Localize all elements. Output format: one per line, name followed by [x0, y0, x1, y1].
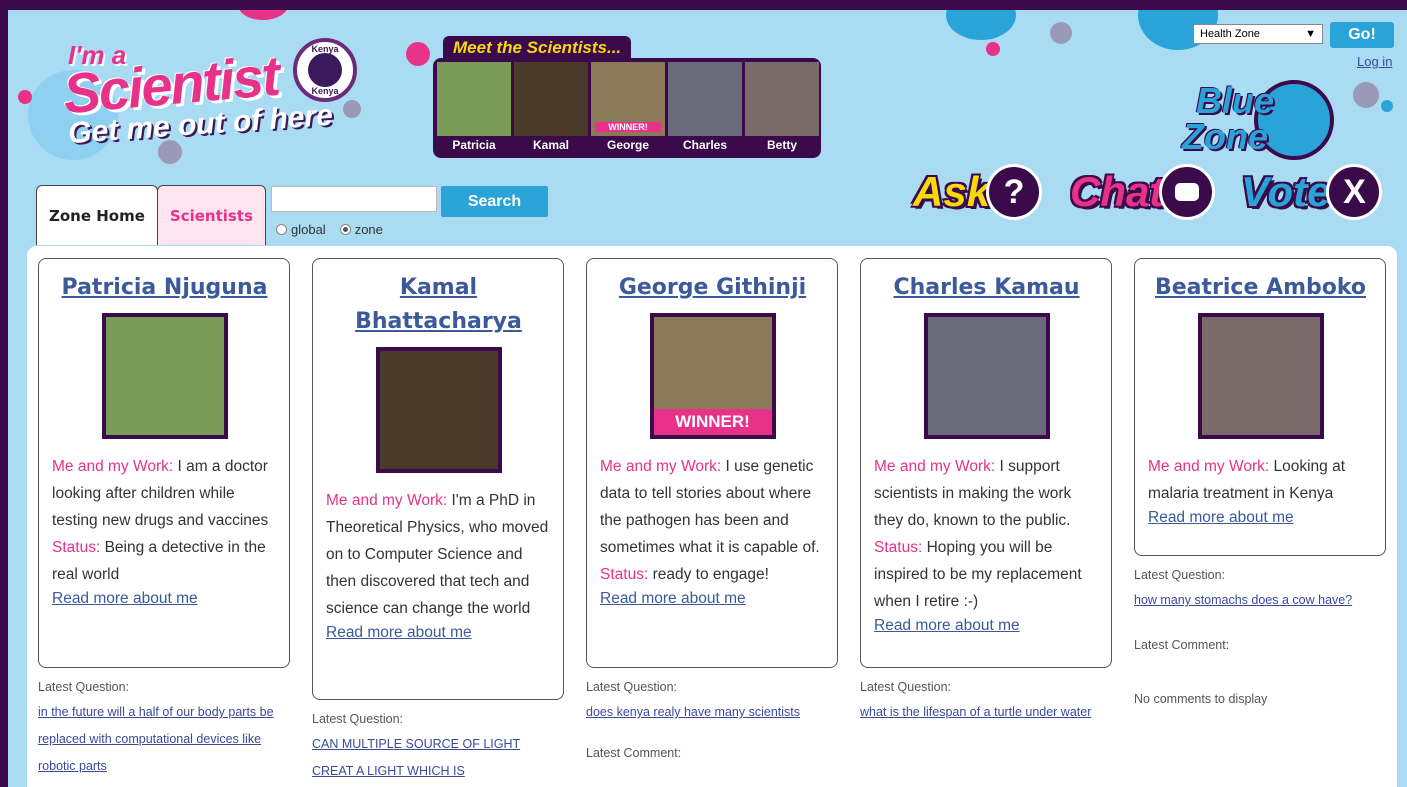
scientist-name[interactable]: Charles Kamau — [874, 271, 1099, 305]
latest-question-label: Latest Question: — [1134, 568, 1226, 582]
work-text: Me and my Work: Looking at malaria treat… — [1148, 458, 1346, 502]
kenya-seal-icon: Kenya Kenya — [293, 38, 357, 102]
work-text: Me and my Work: I'm a PhD in Theoretical… — [326, 492, 549, 617]
thumb-patricia[interactable]: Patricia — [437, 62, 511, 154]
latest-question-link[interactable]: in the future will a half of our body pa… — [38, 699, 290, 780]
search-input[interactable] — [271, 186, 437, 212]
scientist-photo[interactable] — [1197, 313, 1324, 439]
scientist-column: Beatrice Amboko Me and my Work: Looking … — [1134, 258, 1386, 706]
page-background: I'm a Scientist Get me out of here Kenya… — [8, 10, 1407, 787]
thumb-name: George — [606, 138, 649, 152]
question-icon: ? — [986, 164, 1043, 220]
work-text: Me and my Work: I support scientists in … — [874, 458, 1082, 610]
blue-zone-badge: Blue Zone — [1176, 76, 1346, 166]
latest-question-link[interactable]: does kenya realy have many scientists — [586, 699, 838, 726]
avatar — [668, 62, 742, 136]
decor-dot — [238, 10, 288, 20]
tab-zone-home[interactable]: Zone Home — [36, 185, 158, 245]
ask-button[interactable]: Ask ? — [913, 162, 1043, 222]
thumb-betty[interactable]: Betty — [745, 62, 819, 154]
read-more-link[interactable]: Read more about me — [1148, 509, 1294, 527]
latest-question-label: Latest Question: — [586, 680, 678, 694]
scientists-grid: Patricia Njuguna Me and my Work: I am a … — [27, 246, 1397, 787]
scientist-name[interactable]: Kamal Bhattacharya — [326, 271, 551, 339]
scientist-name[interactable]: George Githinji — [600, 271, 825, 305]
scientist-photo[interactable]: WINNER! — [649, 313, 776, 439]
read-more-link[interactable]: Read more about me — [600, 590, 746, 608]
no-comments-text: No comments to display — [1134, 692, 1268, 706]
latest-question-label: Latest Question: — [312, 712, 404, 726]
scientist-column: Patricia Njuguna Me and my Work: I am a … — [38, 258, 290, 780]
chat-button[interactable]: Chat — [1070, 162, 1216, 222]
latest-question-label: Latest Question: — [860, 680, 952, 694]
vote-label: Vote — [1241, 168, 1331, 215]
radio-zone-label: zone — [354, 222, 383, 237]
login-link[interactable]: Log in — [1357, 54, 1392, 69]
chat-bubble-icon — [1159, 164, 1216, 220]
decor-dot — [406, 42, 430, 66]
thumb-name: Charles — [682, 138, 728, 152]
latest-question-link[interactable]: what is the lifespan of a turtle under w… — [860, 699, 1112, 726]
scientist-card: Patricia Njuguna Me and my Work: I am a … — [38, 258, 290, 668]
zone-select[interactable]: Health Zone ▼ — [1193, 24, 1323, 44]
radio-global-label: global — [291, 222, 326, 237]
search-scope: global zone — [276, 222, 383, 237]
thumb-george[interactable]: WINNER! George — [591, 62, 665, 154]
search-button[interactable]: Search — [441, 186, 548, 217]
vote-button[interactable]: Vote X — [1241, 162, 1383, 222]
scientist-photo[interactable] — [101, 313, 228, 439]
thumb-kamal[interactable]: Kamal — [514, 62, 588, 154]
scientist-photo[interactable] — [375, 347, 502, 473]
latest-comment-label: Latest Comment: — [586, 746, 682, 760]
scientist-name[interactable]: Patricia Njuguna — [52, 271, 277, 305]
winner-badge: WINNER! — [595, 122, 661, 132]
tab-scientists[interactable]: Scientists — [156, 185, 266, 245]
decor-dot — [946, 10, 1016, 40]
latest-question-label: Latest Question: — [38, 680, 130, 694]
meet-title: Meet the Scientists... — [443, 36, 632, 60]
decor-dot — [18, 90, 32, 104]
scientist-column: George Githinji WINNER! Me and my Work: … — [586, 258, 838, 760]
dropdown-arrow-icon: ▼ — [1305, 28, 1316, 40]
work-text: Me and my Work: I use genetic data to te… — [600, 458, 820, 583]
tab-bar: Zone Home Scientists — [36, 185, 266, 245]
read-more-link[interactable]: Read more about me — [326, 624, 472, 642]
thumb-name: Kamal — [532, 138, 570, 152]
thumb-charles[interactable]: Charles — [668, 62, 742, 154]
decor-dot — [1050, 22, 1072, 44]
latest-comment-label: Latest Comment: — [1134, 638, 1230, 652]
radio-global[interactable] — [276, 224, 287, 235]
ask-label: Ask — [913, 168, 991, 215]
zone-select-value: Health Zone — [1200, 28, 1260, 40]
work-text: Me and my Work: I am a doctor looking af… — [52, 458, 269, 583]
scientist-column: Kamal Bhattacharya Me and my Work: I'm a… — [312, 258, 564, 785]
scientist-card: George Githinji WINNER! Me and my Work: … — [586, 258, 838, 668]
scientist-card: Beatrice Amboko Me and my Work: Looking … — [1134, 258, 1386, 556]
scientist-name[interactable]: Beatrice Amboko — [1148, 271, 1373, 305]
read-more-link[interactable]: Read more about me — [874, 617, 1020, 635]
scientist-card: Kamal Bhattacharya Me and my Work: I'm a… — [312, 258, 564, 700]
scientist-card: Charles Kamau Me and my Work: I support … — [860, 258, 1112, 668]
go-button[interactable]: Go! — [1330, 22, 1394, 48]
winner-badge: WINNER! — [653, 409, 772, 435]
vote-x-icon: X — [1326, 164, 1383, 220]
chat-label: Chat — [1070, 168, 1164, 215]
site-logo[interactable]: I'm a Scientist Get me out of here Kenya… — [48, 30, 358, 150]
latest-question-link[interactable]: CAN MULTIPLE SOURCE OF LIGHT CREAT A LIG… — [312, 731, 564, 785]
scientist-photo[interactable] — [923, 313, 1050, 439]
read-more-link[interactable]: Read more about me — [52, 590, 198, 608]
thumb-name: Betty — [766, 138, 797, 152]
decor-dot — [1381, 100, 1393, 112]
avatar — [745, 62, 819, 136]
scientist-column: Charles Kamau Me and my Work: I support … — [860, 258, 1112, 726]
decor-dot — [1353, 82, 1379, 108]
radio-zone[interactable] — [339, 224, 351, 235]
avatar — [514, 62, 588, 136]
latest-question-link[interactable]: how many stomachs does a cow have? — [1134, 587, 1386, 614]
avatar — [437, 62, 511, 136]
decor-dot — [986, 42, 1000, 56]
thumb-name: Patricia — [452, 138, 496, 152]
